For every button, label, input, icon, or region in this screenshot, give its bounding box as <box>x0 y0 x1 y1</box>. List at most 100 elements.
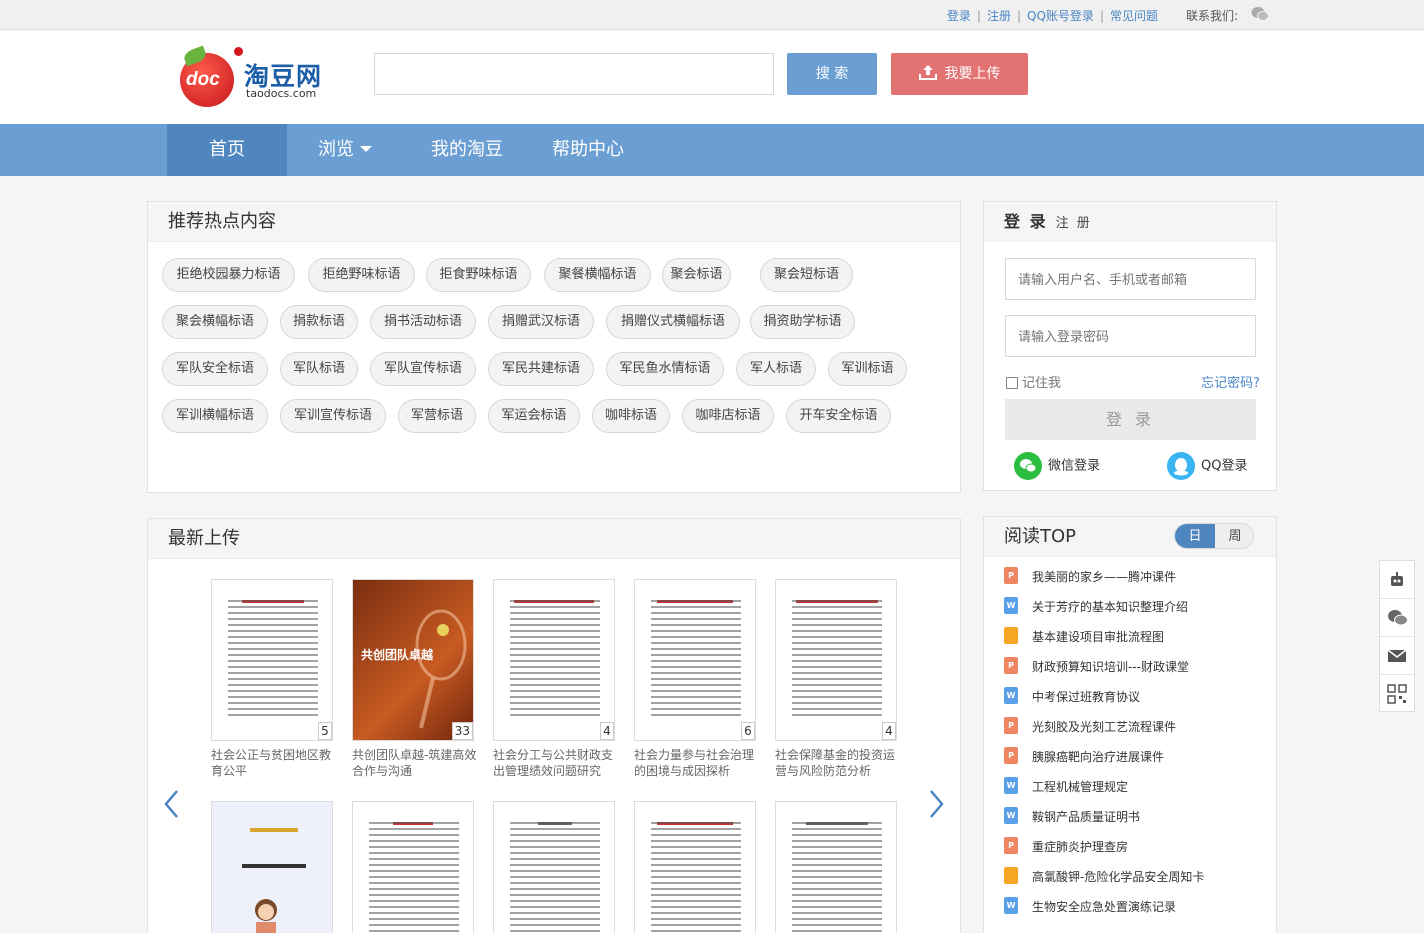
faq-link[interactable]: 常见问题 <box>1110 9 1158 23</box>
cover-title: 共创团队卓越 <box>361 648 434 662</box>
hot-content-title: 推荐热点内容 <box>148 202 960 242</box>
reading-top-item[interactable]: PDF 基本建设项目审批流程图 <box>1004 627 1164 647</box>
doc-thumbnail[interactable] <box>352 801 474 933</box>
contact-label: 联系我们: <box>1186 9 1239 23</box>
pdf-file-icon: PDF <box>1004 867 1018 884</box>
reading-top-title: 财政预算知识培训---财政课堂 <box>1032 660 1189 674</box>
reading-top-item[interactable]: W 关于芳疗的基本知识整理介绍 <box>1004 597 1188 617</box>
tab-day[interactable]: 日 <box>1175 524 1215 548</box>
doc-thumbnail[interactable]: 4 <box>493 579 615 741</box>
hot-tag[interactable]: 捐赠武汉标语 <box>488 305 594 339</box>
qq-login-link[interactable]: QQ账号登录 <box>1027 9 1094 23</box>
nav-help[interactable]: 帮助中心 <box>540 124 636 176</box>
doc-thumbnail[interactable] <box>493 801 615 933</box>
hot-tag[interactable]: 军运会标语 <box>488 399 580 433</box>
nav-my-taodou[interactable]: 我的淘豆 <box>418 124 516 176</box>
reading-top-item[interactable]: P 重症肺炎护理查房 <box>1004 837 1128 857</box>
search-input[interactable] <box>374 53 774 95</box>
hot-tag[interactable]: 军队标语 <box>280 352 358 386</box>
hot-tag[interactable]: 拒绝校园暴力标语 <box>162 258 295 292</box>
login-link[interactable]: 登录 <box>947 9 971 23</box>
wechat-button[interactable] <box>1380 599 1414 637</box>
hot-tag[interactable]: 咖啡店标语 <box>682 399 774 433</box>
reading-top-item[interactable]: W 生物安全应急处置演练记录 <box>1004 897 1176 917</box>
doc-title[interactable]: 社会分工与公共财政支出管理绩效问题研究 <box>493 747 619 779</box>
doc-title[interactable]: 社会力量参与社会治理的困境与成因探析 <box>634 747 760 779</box>
reading-top-item[interactable]: P 我美丽的家乡——腾冲课件 <box>1004 567 1176 587</box>
hot-tag[interactable]: 聚会横幅标语 <box>162 305 268 339</box>
main-nav: 首页 浏览 我的淘豆 帮助中心 <box>0 124 1424 176</box>
tab-register[interactable]: 注 册 <box>1056 216 1092 231</box>
hot-tag[interactable]: 军训宣传标语 <box>280 399 386 433</box>
doc-title[interactable]: 共创团队卓越-筑建高效合作与沟通 <box>352 747 478 779</box>
wechat-login[interactable]: 微信登录 <box>1014 452 1100 481</box>
hot-tag[interactable]: 捐赠仪式横幅标语 <box>606 305 740 339</box>
robot-service-button[interactable] <box>1380 561 1414 599</box>
prev-arrow-icon[interactable] <box>162 789 182 819</box>
register-link[interactable]: 注册 <box>987 9 1011 23</box>
reading-top-item[interactable]: P 胰腺癌靶向治疗进展课件 <box>1004 747 1164 767</box>
search-button[interactable]: 搜 索 <box>787 53 877 95</box>
doc-thumbnail[interactable]: 6 <box>634 579 756 741</box>
doc-title[interactable]: 社会保障基金的投资运营与风险防范分析 <box>775 747 901 779</box>
reading-top-item[interactable]: W 鞍钢产品质量证明书 <box>1004 807 1140 827</box>
hot-tag[interactable]: 军训横幅标语 <box>162 399 268 433</box>
qq-login[interactable]: QQ登录 <box>1167 452 1247 481</box>
password-input[interactable] <box>1005 315 1256 357</box>
remember-checkbox[interactable] <box>1006 377 1018 389</box>
hot-tag[interactable]: 聚会短标语 <box>760 258 853 292</box>
nav-browse[interactable]: 浏览 <box>300 124 390 176</box>
hot-tag[interactable]: 聚餐横幅标语 <box>544 258 651 292</box>
doc-thumbnail[interactable]: 5 <box>211 579 333 741</box>
hot-tag[interactable]: 军队宣传标语 <box>370 352 476 386</box>
reading-top-item[interactable]: W 工程机械管理规定 <box>1004 777 1128 797</box>
wechat-icon[interactable] <box>1251 6 1269 22</box>
upload-button[interactable]: 我要上传 <box>891 53 1028 95</box>
hot-tag[interactable]: 军民鱼水情标语 <box>606 352 724 386</box>
ppt-file-icon: P <box>1004 657 1018 674</box>
reading-top-panel: 阅读TOP 日 周 P我美丽的家乡——腾冲课件W关于芳疗的基本知识整理介绍PDF… <box>983 516 1277 933</box>
doc-title[interactable]: 社会公正与贫困地区教育公平 <box>211 747 337 779</box>
hot-tag[interactable]: 捐书活动标语 <box>370 305 476 339</box>
remember-me[interactable]: 记住我 <box>1006 372 1061 391</box>
hot-tag[interactable]: 捐款标语 <box>280 305 358 339</box>
tab-week[interactable]: 周 <box>1215 524 1253 548</box>
word-file-icon: W <box>1004 807 1018 824</box>
hot-tag[interactable]: 军民共建标语 <box>488 352 594 386</box>
reading-top-title: 高氯酸钾-危险化学品安全周知卡 <box>1032 870 1205 884</box>
tab-login[interactable]: 登 录 <box>1004 212 1048 231</box>
forgot-password-link[interactable]: 忘记密码? <box>1201 372 1260 391</box>
doc-thumbnail[interactable]: 4 <box>775 579 897 741</box>
hot-tag[interactable]: 军训标语 <box>828 352 907 386</box>
hot-tag[interactable]: 开车安全标语 <box>786 399 891 433</box>
reading-top-item[interactable]: P 财政预算知识培训---财政课堂 <box>1004 657 1189 677</box>
hot-tag[interactable]: 军人标语 <box>736 352 816 386</box>
nav-home[interactable]: 首页 <box>167 124 287 176</box>
hot-tag[interactable]: 军营标语 <box>398 399 476 433</box>
doc-thumbnail[interactable] <box>775 801 897 933</box>
qrcode-button[interactable] <box>1380 675 1414 713</box>
hot-tag[interactable]: 拒食野味标语 <box>426 258 531 292</box>
hot-tag[interactable]: 拒绝野味标语 <box>308 258 415 292</box>
hot-tag[interactable]: 聚会标语 <box>662 258 731 292</box>
hot-tag[interactable]: 军队安全标语 <box>162 352 268 386</box>
next-arrow-icon[interactable] <box>926 789 946 819</box>
ppt-file-icon: P <box>1004 717 1018 734</box>
period-tabs: 日 周 <box>1174 523 1254 549</box>
hot-tag[interactable]: 捐资助学标语 <box>750 305 855 339</box>
login-button[interactable]: 登 录 <box>1005 399 1256 440</box>
reading-top-item[interactable]: PDF 高氯酸钾-危险化学品安全周知卡 <box>1004 867 1204 887</box>
hot-tag[interactable]: 咖啡标语 <box>592 399 670 433</box>
hot-content-panel: 推荐热点内容 拒绝校园暴力标语 拒绝野味标语 拒食野味标语 聚餐横幅标语 聚会标语 聚会短… <box>147 201 961 493</box>
mail-button[interactable] <box>1380 637 1414 675</box>
doc-thumbnail[interactable]: 共创团队卓越 33 <box>352 579 474 741</box>
username-input[interactable] <box>1005 258 1256 300</box>
doc-thumbnail[interactable] <box>634 801 756 933</box>
word-file-icon: W <box>1004 897 1018 914</box>
reading-top-item[interactable]: P 光刻胶及光刻工艺流程课件 <box>1004 717 1176 737</box>
site-logo[interactable]: doc 淘豆网 taodocs.com <box>180 45 325 107</box>
doc-thumbnail[interactable] <box>211 801 333 933</box>
login-tabs: 登 录注 册 <box>984 202 1276 242</box>
reading-top-item[interactable]: W 中考保过班教育协议 <box>1004 687 1140 707</box>
reading-top-title: 鞍钢产品质量证明书 <box>1032 810 1141 824</box>
